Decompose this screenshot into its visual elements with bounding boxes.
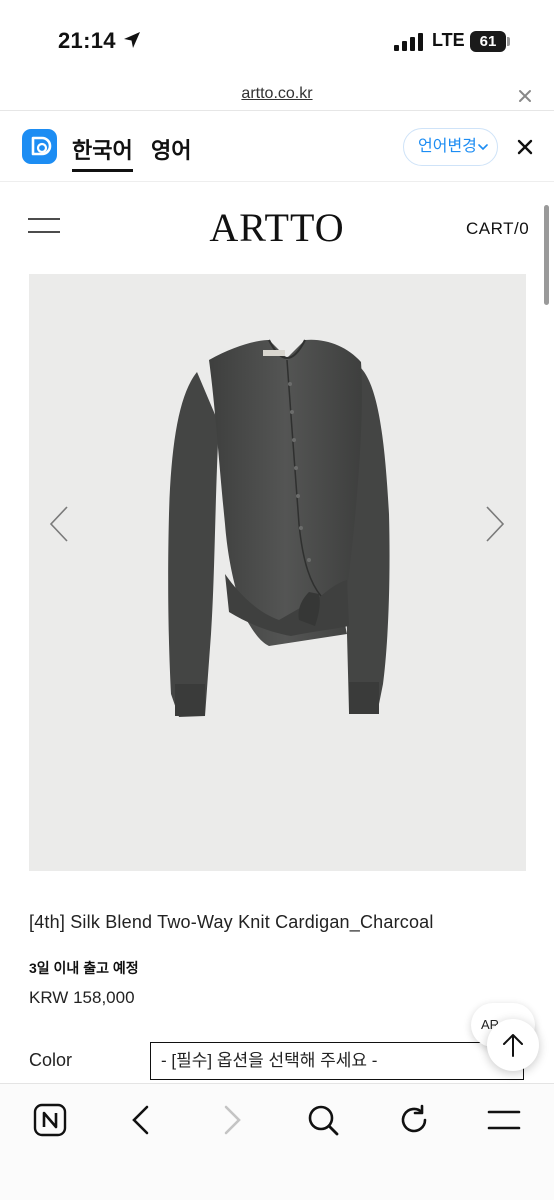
naver-home-icon[interactable] (33, 1103, 67, 1137)
cellular-signal-icon (394, 33, 423, 51)
chevron-down-icon (478, 144, 488, 151)
status-time: 21:14 (58, 28, 116, 53)
next-image-icon[interactable] (484, 505, 506, 543)
battery-icon: 61 (470, 31, 506, 52)
scroll-to-top-button[interactable] (487, 1019, 539, 1071)
product-title: [4th] Silk Blend Two-Way Knit Cardigan_C… (29, 912, 434, 932)
page-scrollbar[interactable] (544, 205, 549, 305)
url-text[interactable]: artto.co.kr (0, 85, 554, 103)
product-price: KRW 158,000 (29, 988, 135, 1007)
product-image (29, 274, 526, 871)
status-bar: 21:14 LTE 61 (0, 0, 554, 80)
menu-icon[interactable] (487, 1103, 521, 1137)
back-icon[interactable] (124, 1103, 158, 1137)
arrow-up-icon (503, 1034, 523, 1057)
translate-app-icon (22, 129, 57, 164)
shipping-note: 3일 이내 출고 예정 (29, 960, 139, 976)
translate-bar: 한국어 영어 언어변경 (0, 111, 554, 182)
change-language-label: 언어변경 (418, 138, 477, 155)
change-language-button[interactable]: 언어변경 (403, 128, 498, 166)
refresh-icon[interactable] (397, 1103, 431, 1137)
color-option-select[interactable]: - [필수] 옵션을 선택해 주세요 - (150, 1042, 524, 1080)
color-option-label: Color (29, 1050, 73, 1070)
cart-link[interactable]: CART/0 (466, 219, 529, 239)
network-type: LTE (432, 30, 465, 50)
tab-korean[interactable]: 한국어 (72, 133, 133, 172)
close-translate-icon[interactable] (516, 138, 534, 156)
battery-cap (507, 37, 510, 46)
previous-image-icon[interactable] (48, 505, 70, 543)
tab-english[interactable]: 영어 (151, 133, 191, 165)
location-arrow-icon (124, 32, 140, 48)
address-bar[interactable]: artto.co.kr (0, 80, 554, 111)
search-icon[interactable] (306, 1103, 340, 1137)
forward-icon[interactable] (215, 1103, 249, 1137)
cardigan-photo (168, 339, 390, 717)
close-icon[interactable] (516, 87, 534, 105)
browser-toolbar (0, 1083, 554, 1200)
